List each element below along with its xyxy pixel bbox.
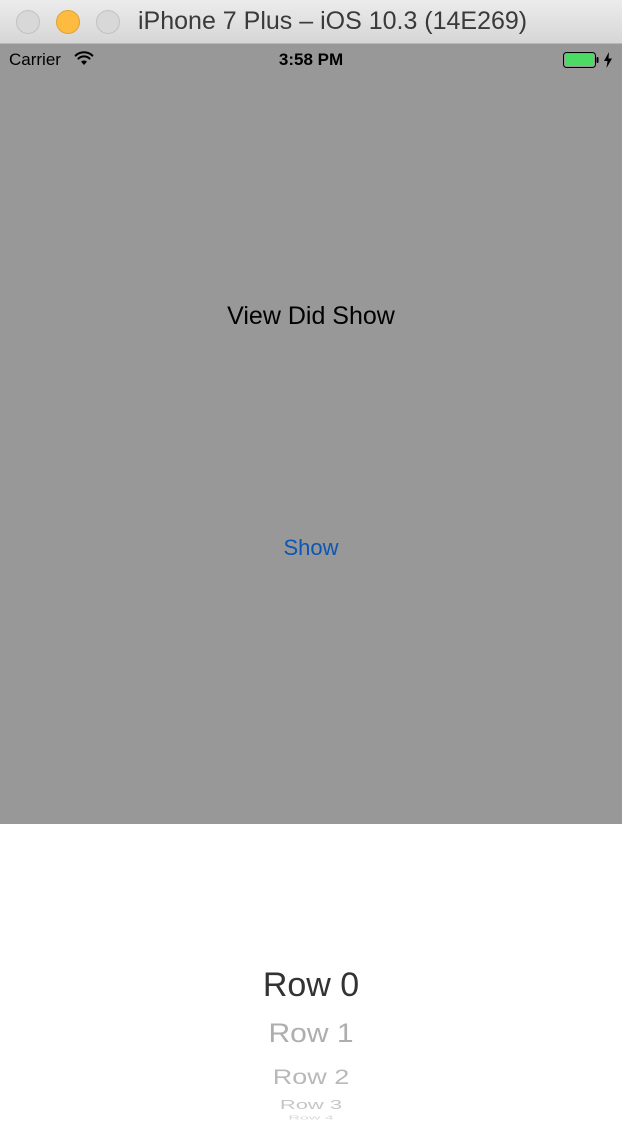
- device-screen: Carrier 3:58 PM View Did Show Show: [0, 44, 622, 824]
- zoom-window-button[interactable]: [96, 10, 120, 34]
- show-button[interactable]: Show: [260, 532, 362, 564]
- minimize-window-button[interactable]: [56, 10, 80, 34]
- picker-row-1[interactable]: Row 1: [0, 1019, 622, 1050]
- picker-row-0[interactable]: Row 0: [0, 966, 622, 1005]
- status-time: 3:58 PM: [278, 50, 344, 69]
- picker-row-2[interactable]: Row 2: [0, 1065, 622, 1089]
- row-picker[interactable]: Row 0 Row 1 Row 2 Row 3 Row 4: [0, 824, 622, 1148]
- close-window-button[interactable]: [16, 10, 40, 34]
- picker-row-3[interactable]: Row 3: [0, 1097, 622, 1113]
- battery-icon: [563, 52, 599, 68]
- status-bar: Carrier 3:58 PM: [0, 44, 622, 76]
- picker-row-4[interactable]: Row 4: [0, 1115, 622, 1121]
- charging-bolt-icon: [604, 52, 612, 68]
- view-status-label: View Did Show: [227, 302, 395, 330]
- window-title: iPhone 7 Plus – iOS 10.3 (14E269): [138, 7, 528, 35]
- window-titlebar[interactable]: iPhone 7 Plus – iOS 10.3 (14E269): [0, 0, 622, 44]
- simulator-window: iPhone 7 Plus – iOS 10.3 (14E269) Carrie…: [0, 0, 622, 1148]
